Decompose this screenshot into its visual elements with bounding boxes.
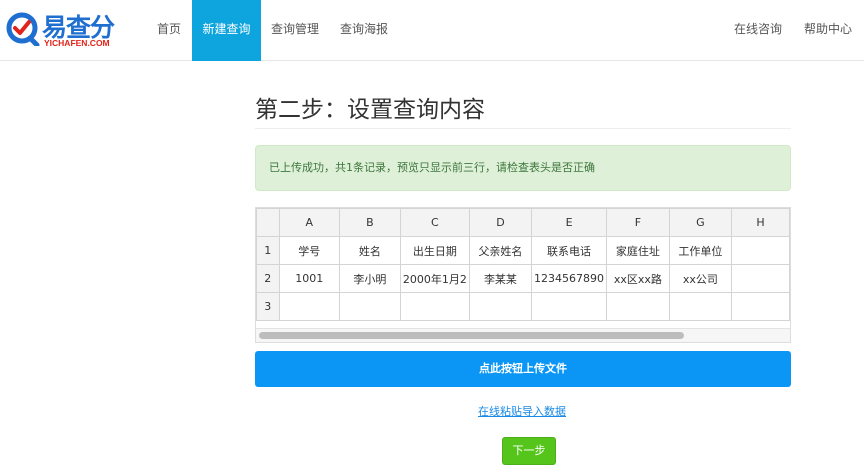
table-cell[interactable]: 1234567890 (531, 264, 608, 293)
table-cell[interactable] (278, 292, 340, 321)
table-cell[interactable] (531, 292, 608, 321)
nav-help-center[interactable]: 帮助中心 (798, 0, 858, 61)
page-title: 第二步：设置查询内容 (255, 97, 485, 123)
column-header-row: A B C D E F G H (256, 208, 790, 237)
table-cell[interactable] (730, 292, 790, 321)
column-header[interactable]: G (668, 208, 732, 237)
logo[interactable]: 易查分 YICHAFEN.COM (6, 8, 118, 52)
column-header[interactable]: C (399, 208, 470, 237)
upload-file-button[interactable]: 点此按钮上传文件 (255, 351, 791, 387)
table-cell[interactable]: xx公司 (668, 264, 732, 293)
nav-home[interactable]: 首页 (146, 0, 192, 61)
logo-mark-icon (6, 12, 40, 46)
spreadsheet-table: A B C D E F G H 1 学号 姓名 出生日期 父亲姓名 联系电话 家… (256, 208, 790, 321)
table-cell[interactable] (668, 292, 732, 321)
nav-query-poster[interactable]: 查询海报 (332, 0, 396, 61)
nav-new-query[interactable]: 新建查询 (192, 0, 261, 61)
table-cell[interactable] (399, 292, 470, 321)
logo-domain: YICHAFEN.COM (44, 38, 110, 48)
column-header[interactable]: A (278, 208, 340, 237)
table-cell[interactable] (606, 292, 670, 321)
scrollbar-thumb[interactable] (259, 332, 684, 339)
table-cell[interactable]: 李小明 (338, 264, 401, 293)
title-divider (255, 128, 791, 129)
table-cell[interactable]: 工作单位 (668, 236, 732, 265)
table-cell[interactable] (468, 292, 533, 321)
column-header[interactable]: F (606, 208, 670, 237)
table-cell[interactable]: 出生日期 (399, 236, 470, 265)
top-navbar: 易查分 YICHAFEN.COM 首页 新建查询 查询管理 查询海报 在线咨询 … (0, 0, 864, 61)
paste-import-link[interactable]: 在线粘贴导入数据 (478, 403, 566, 419)
column-header[interactable]: D (468, 208, 533, 237)
table-cell[interactable] (730, 264, 790, 293)
column-header[interactable]: E (531, 208, 608, 237)
column-header[interactable]: B (338, 208, 401, 237)
table-cell[interactable] (338, 292, 401, 321)
table-row: 3 (256, 292, 790, 321)
row-header[interactable]: 1 (256, 236, 280, 265)
table-cell[interactable]: 李某某 (468, 264, 533, 293)
upload-success-alert: 已上传成功，共1条记录，预览只显示前三行，请检查表头是否正确 (255, 145, 791, 191)
row-header[interactable]: 3 (256, 292, 280, 321)
nav-query-manage[interactable]: 查询管理 (262, 0, 328, 61)
table-cell[interactable]: 联系电话 (531, 236, 608, 265)
table-row: 2 1001 李小明 2000年1月2 李某某 1234567890 xx区xx… (256, 264, 790, 293)
table-cell[interactable]: 家庭住址 (606, 236, 670, 265)
table-row: 1 学号 姓名 出生日期 父亲姓名 联系电话 家庭住址 工作单位 (256, 236, 790, 265)
spreadsheet-preview: A B C D E F G H 1 学号 姓名 出生日期 父亲姓名 联系电话 家… (255, 207, 791, 343)
corner-cell (256, 208, 280, 237)
horizontal-scrollbar[interactable] (256, 328, 790, 342)
table-cell[interactable]: 学号 (278, 236, 340, 265)
table-cell[interactable]: 2000年1月2 (399, 264, 470, 293)
table-cell[interactable]: xx区xx路 (606, 264, 670, 293)
table-cell[interactable]: 父亲姓名 (468, 236, 533, 265)
table-cell[interactable]: 姓名 (338, 236, 401, 265)
next-step-button[interactable]: 下一步 (502, 437, 556, 465)
table-cell[interactable] (730, 236, 790, 265)
table-cell[interactable]: 1001 (278, 264, 340, 293)
column-header[interactable]: H (730, 208, 790, 237)
nav-online-consult[interactable]: 在线咨询 (728, 0, 788, 61)
row-header[interactable]: 2 (256, 264, 280, 293)
